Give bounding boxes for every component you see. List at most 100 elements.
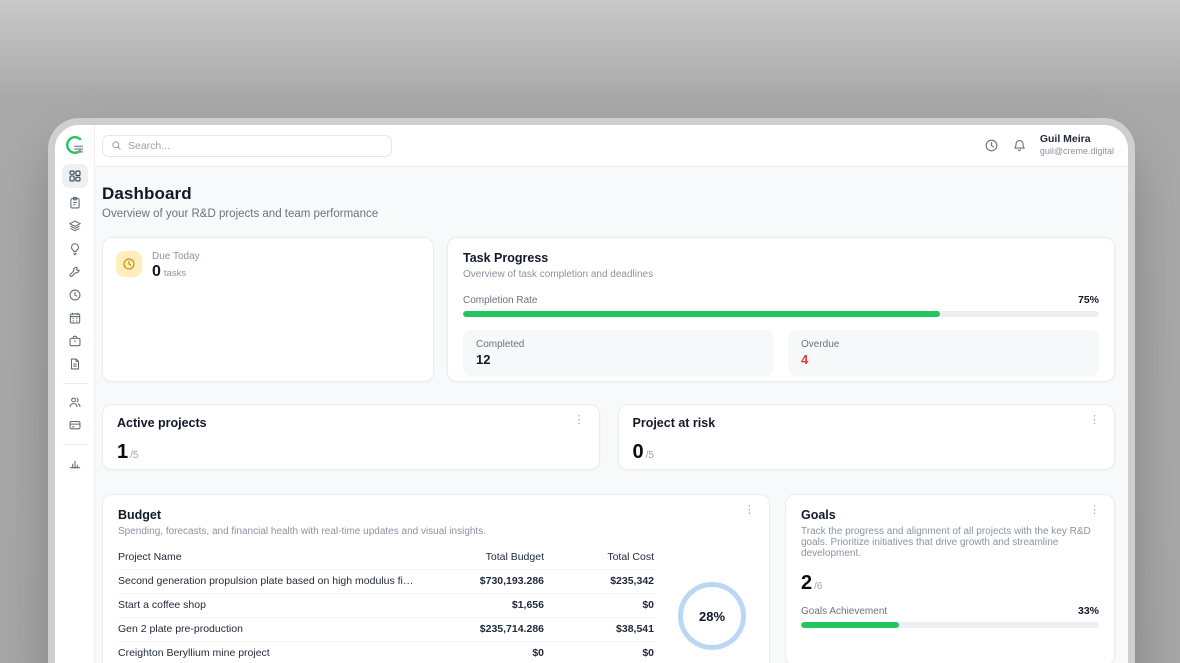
lightbulb-icon bbox=[68, 242, 82, 256]
col-total-budget: Total Budget bbox=[419, 551, 544, 563]
briefcase-icon bbox=[68, 334, 82, 348]
sidebar-item-team[interactable] bbox=[62, 391, 88, 412]
goals-achievement-bar-fill bbox=[801, 622, 899, 628]
sidebar-item-time[interactable] bbox=[62, 284, 88, 305]
budget-table-row[interactable]: Start a coffee shop $1,656 $0 bbox=[118, 594, 654, 618]
overdue-value: 4 bbox=[801, 352, 1086, 367]
sidebar-item-dashboard[interactable] bbox=[62, 164, 88, 188]
budget-table-row[interactable]: Gen 2 plate pre-production $235,714.286 … bbox=[118, 618, 654, 642]
sidebar-item-ideas[interactable] bbox=[62, 238, 88, 259]
kebab-menu-icon[interactable]: ⋮ bbox=[1085, 413, 1104, 428]
bar-chart-icon bbox=[68, 456, 82, 470]
notification-bell-icon[interactable] bbox=[1012, 138, 1027, 153]
user-menu[interactable]: Guil Meira guil@creme.digital bbox=[1040, 133, 1114, 157]
sidebar-divider bbox=[63, 383, 87, 384]
app-window: V1.0 bbox=[55, 125, 1128, 663]
task-stats: Completed 12 Overdue 4 bbox=[463, 330, 1099, 376]
project-name: Creighton Beryllium mine project bbox=[118, 647, 419, 659]
total-cost-value[interactable]: $235,342 bbox=[544, 575, 654, 587]
creme-logo-icon[interactable] bbox=[64, 134, 86, 156]
goals-card: Goals ⋮ Track the progress and alignment… bbox=[785, 494, 1115, 663]
wrench-icon bbox=[68, 265, 82, 279]
goals-achievement-bar bbox=[801, 622, 1099, 628]
clock-icon bbox=[68, 288, 82, 302]
total-budget-value[interactable]: $730,193.286 bbox=[419, 575, 544, 587]
goals-achievement-row: Goals Achievement 33% bbox=[801, 605, 1099, 617]
sidebar-item-tools[interactable] bbox=[62, 261, 88, 282]
project-name: Gen 2 plate pre-production bbox=[118, 623, 419, 635]
sidebar-item-tasks[interactable] bbox=[62, 192, 88, 213]
row-overview: Due Today 0tasks Task Progress Overview … bbox=[102, 237, 1115, 382]
budget-percent-value: 28% bbox=[699, 609, 725, 624]
sidebar-item-portfolio[interactable] bbox=[62, 330, 88, 351]
search-icon bbox=[111, 140, 122, 151]
col-total-cost: Total Cost bbox=[544, 551, 654, 563]
goals-subtitle: Track the progress and alignment of all … bbox=[801, 526, 1099, 559]
budget-table: Project Name Total Budget Total Cost Sec… bbox=[118, 549, 654, 663]
kebab-menu-icon[interactable]: ⋮ bbox=[570, 413, 589, 428]
sidebar-item-billing[interactable] bbox=[62, 414, 88, 435]
due-today-label: Due Today bbox=[152, 251, 200, 262]
layers-icon bbox=[68, 219, 82, 233]
kebab-menu-icon[interactable]: ⋮ bbox=[1085, 503, 1104, 518]
topbar-right: Guil Meira guil@creme.digital bbox=[984, 133, 1114, 157]
budget-title: Budget bbox=[118, 508, 754, 522]
project-at-risk-card: Project at risk ⋮ 0/5 bbox=[618, 404, 1116, 470]
completed-stat: Completed 12 bbox=[463, 330, 774, 376]
completion-rate-row: Completion Rate 75% bbox=[463, 294, 1099, 306]
kebab-menu-icon[interactable]: ⋮ bbox=[740, 503, 759, 518]
total-budget-value[interactable]: $235,714.286 bbox=[419, 623, 544, 635]
completed-value: 12 bbox=[476, 352, 761, 367]
row-budget-goals: Budget ⋮ Spending, forecasts, and financ… bbox=[102, 494, 1115, 663]
total-cost-value[interactable]: $0 bbox=[544, 599, 654, 611]
budget-ring-wrap: 28% bbox=[670, 549, 754, 663]
calendar-icon bbox=[68, 311, 82, 325]
completion-rate-bar-fill bbox=[463, 311, 940, 317]
goals-achievement-label: Goals Achievement bbox=[801, 606, 887, 617]
budget-table-header: Project Name Total Budget Total Cost bbox=[118, 549, 654, 570]
page-subtitle: Overview of your R&D projects and team p… bbox=[102, 208, 1115, 220]
search-input[interactable] bbox=[128, 140, 383, 152]
document-icon bbox=[68, 357, 82, 371]
total-budget-value[interactable]: $0 bbox=[419, 647, 544, 659]
due-today-clock-badge bbox=[116, 251, 142, 277]
sidebar-item-projects[interactable] bbox=[62, 215, 88, 236]
sidebar-item-documents[interactable] bbox=[62, 353, 88, 374]
task-progress-title: Task Progress bbox=[463, 251, 1099, 265]
budget-percent-ring: 28% bbox=[678, 582, 746, 650]
overdue-stat: Overdue 4 bbox=[788, 330, 1099, 376]
active-projects-title: Active projects bbox=[117, 416, 585, 430]
budget-body: Project Name Total Budget Total Cost Sec… bbox=[118, 549, 754, 663]
clock-icon bbox=[122, 257, 136, 271]
total-cost-value[interactable]: $38,541 bbox=[544, 623, 654, 635]
sidebar-divider bbox=[63, 444, 87, 445]
col-project-name: Project Name bbox=[118, 551, 419, 563]
dashboard-content: Dashboard Overview of your R&D projects … bbox=[95, 167, 1128, 663]
row-counters: Active projects ⋮ 1/5 Project at risk ⋮ … bbox=[102, 404, 1115, 470]
user-name: Guil Meira bbox=[1040, 133, 1114, 146]
project-name: Second generation propulsion plate based… bbox=[118, 575, 419, 587]
total-cost-value[interactable]: $0 bbox=[544, 647, 654, 659]
page-title: Dashboard bbox=[102, 184, 1115, 204]
project-name: Start a coffee shop bbox=[118, 599, 419, 611]
completion-rate-bar bbox=[463, 311, 1099, 317]
search-box[interactable] bbox=[102, 135, 392, 157]
sidebar-item-calendar[interactable] bbox=[62, 307, 88, 328]
active-projects-count: 1/5 bbox=[117, 441, 585, 464]
budget-table-row[interactable]: Creighton Beryllium mine project $0 $0 bbox=[118, 642, 654, 663]
topbar: Guil Meira guil@creme.digital bbox=[95, 125, 1128, 167]
user-email: guil@creme.digital bbox=[1040, 146, 1114, 157]
budget-table-row[interactable]: Second generation propulsion plate based… bbox=[118, 570, 654, 594]
task-progress-subtitle: Overview of task completion and deadline… bbox=[463, 269, 1099, 280]
task-progress-card: Task Progress Overview of task completio… bbox=[447, 237, 1115, 382]
total-budget-value[interactable]: $1,656 bbox=[419, 599, 544, 611]
completion-rate-value: 75% bbox=[1078, 294, 1099, 306]
users-icon bbox=[68, 395, 82, 409]
due-today-card: Due Today 0tasks bbox=[102, 237, 434, 382]
sidebar-item-reports[interactable] bbox=[62, 452, 88, 473]
due-today-value: 0tasks bbox=[152, 263, 200, 281]
history-clock-icon[interactable] bbox=[984, 138, 999, 153]
goals-count: 2/6 bbox=[801, 572, 1099, 595]
completion-rate-label: Completion Rate bbox=[463, 295, 537, 306]
clipboard-icon bbox=[68, 196, 82, 210]
